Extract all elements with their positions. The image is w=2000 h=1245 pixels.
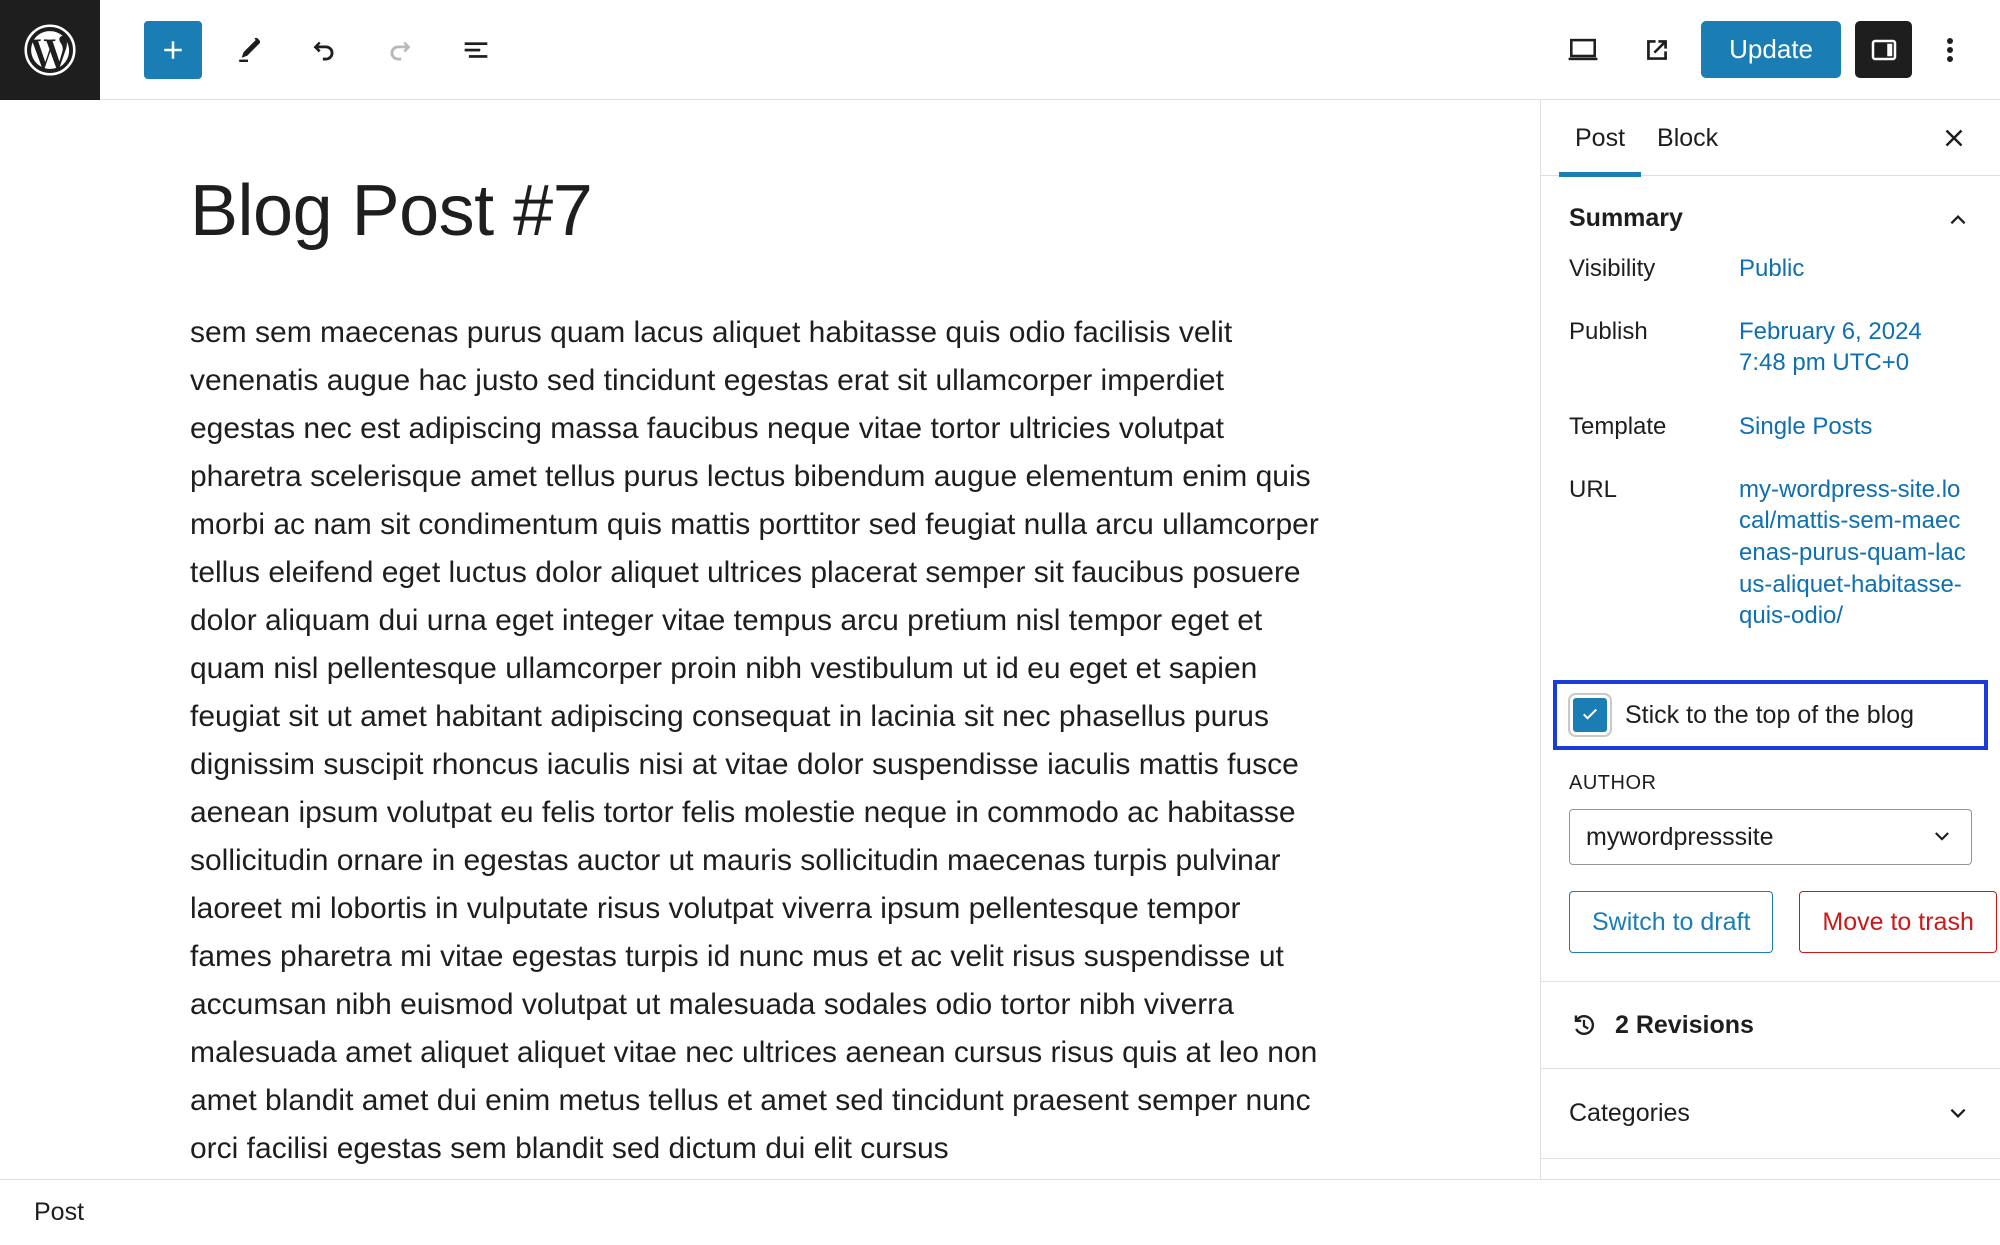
summary-row-template: Template Single Posts [1569, 411, 1972, 442]
add-block-button[interactable] [144, 20, 202, 79]
tab-block[interactable]: Block [1641, 100, 1734, 176]
categories-panel-header[interactable]: Categories [1541, 1069, 2000, 1160]
publish-label: Publish [1569, 318, 1648, 346]
pencil-icon [232, 34, 264, 66]
publish-value[interactable]: February 6, 2024 7:48 pm UTC+0 [1739, 316, 1972, 378]
visibility-label: Visibility [1569, 255, 1656, 282]
author-caption: AUTHOR [1569, 772, 1657, 795]
chevron-down-icon [1944, 1100, 1972, 1128]
url-label: URL [1569, 475, 1618, 503]
wordpress-block-editor: Update Blog Post #7 sem sem maecenas pur… [0, 0, 2000, 1245]
summary-panel-title: Summary [1569, 204, 1683, 232]
author-select-value: mywordpresssite [1586, 822, 1774, 851]
redo-button[interactable] [370, 20, 430, 80]
sidebar-panel-icon [1869, 35, 1899, 65]
editor-body: Blog Post #7 sem sem maecenas purus quam… [0, 100, 2000, 1179]
categories-panel-title: Categories [1569, 1099, 1690, 1128]
list-view-icon [459, 33, 493, 67]
chevron-up-icon [1944, 205, 1972, 233]
toolbar-right-group: Update [1553, 0, 2000, 99]
desktop-preview-icon [1565, 32, 1601, 68]
url-value[interactable]: my-wordpress-site.local/mattis-sem-maece… [1739, 474, 1972, 632]
revision-clock-icon [1569, 1010, 1599, 1040]
editor-options-button[interactable] [1926, 20, 1974, 80]
chevron-down-icon [1929, 824, 1955, 850]
kebab-menu-icon [1947, 35, 1953, 65]
stick-to-top-label: Stick to the top of the blog [1625, 700, 1915, 729]
breadcrumb[interactable]: Post [34, 1198, 84, 1227]
undo-button[interactable] [294, 20, 354, 80]
editor-top-toolbar: Update [0, 0, 2000, 100]
post-actions-row: Switch to draft Move to trash [1541, 865, 2000, 983]
list-view-button[interactable] [446, 20, 506, 80]
summary-panel-header[interactable]: Summary [1541, 176, 2000, 253]
wordpress-logo-button[interactable] [0, 0, 100, 100]
stick-to-top-checkbox[interactable] [1573, 698, 1607, 733]
toolbar-left-group [100, 0, 506, 99]
revisions-row[interactable]: 2 Revisions [1541, 982, 2000, 1070]
settings-sidebar: Post Block Summary Visibility Public Pub… [1540, 100, 2000, 1179]
visibility-value[interactable]: Public [1739, 253, 1972, 284]
update-button[interactable]: Update [1701, 21, 1841, 78]
close-icon [1939, 123, 1969, 153]
author-select[interactable]: mywordpresssite [1569, 809, 1972, 866]
summary-row-visibility: Visibility Public [1569, 253, 1972, 284]
editor-status-bar: Post [0, 1179, 2000, 1245]
preview-button[interactable] [1553, 20, 1613, 80]
summary-row-publish: Publish February 6, 2024 7:48 pm UTC+0 [1569, 316, 1972, 378]
redo-arrow-icon [383, 33, 417, 67]
view-site-button[interactable] [1627, 20, 1687, 80]
revisions-label: 2 Revisions [1615, 1010, 1754, 1039]
summary-rows: Visibility Public Publish February 6, 20… [1541, 253, 2000, 674]
template-label: Template [1569, 412, 1667, 440]
sidebar-tablist: Post Block [1541, 100, 2000, 177]
editor-canvas[interactable]: Blog Post #7 sem sem maecenas purus quam… [0, 100, 1540, 1179]
undo-arrow-icon [307, 33, 341, 67]
stick-to-top-row[interactable]: Stick to the top of the blog [1553, 680, 1988, 751]
plus-icon [158, 35, 188, 65]
summary-row-url: URL my-wordpress-site.local/mattis-sem-m… [1569, 474, 1972, 632]
close-sidebar-button[interactable] [1930, 114, 1978, 162]
tools-pencil-button[interactable] [218, 20, 278, 80]
post-paragraph-block[interactable]: sem sem maecenas purus quam lacus alique… [190, 309, 1330, 1173]
move-to-trash-button[interactable]: Move to trash [1799, 891, 1997, 954]
settings-sidebar-toggle[interactable] [1855, 21, 1912, 78]
external-link-icon [1640, 33, 1674, 67]
post-title[interactable]: Blog Post #7 [190, 171, 1540, 251]
switch-to-draft-button[interactable]: Switch to draft [1569, 891, 1774, 954]
tab-post[interactable]: Post [1559, 100, 1642, 177]
sidebar-content: Summary Visibility Public Publish Februa… [1541, 176, 2000, 1179]
author-block: AUTHOR mywordpresssite [1541, 750, 2000, 866]
wordpress-logo-icon [22, 22, 78, 78]
checkmark-icon [1578, 703, 1602, 727]
template-value[interactable]: Single Posts [1739, 411, 1972, 442]
